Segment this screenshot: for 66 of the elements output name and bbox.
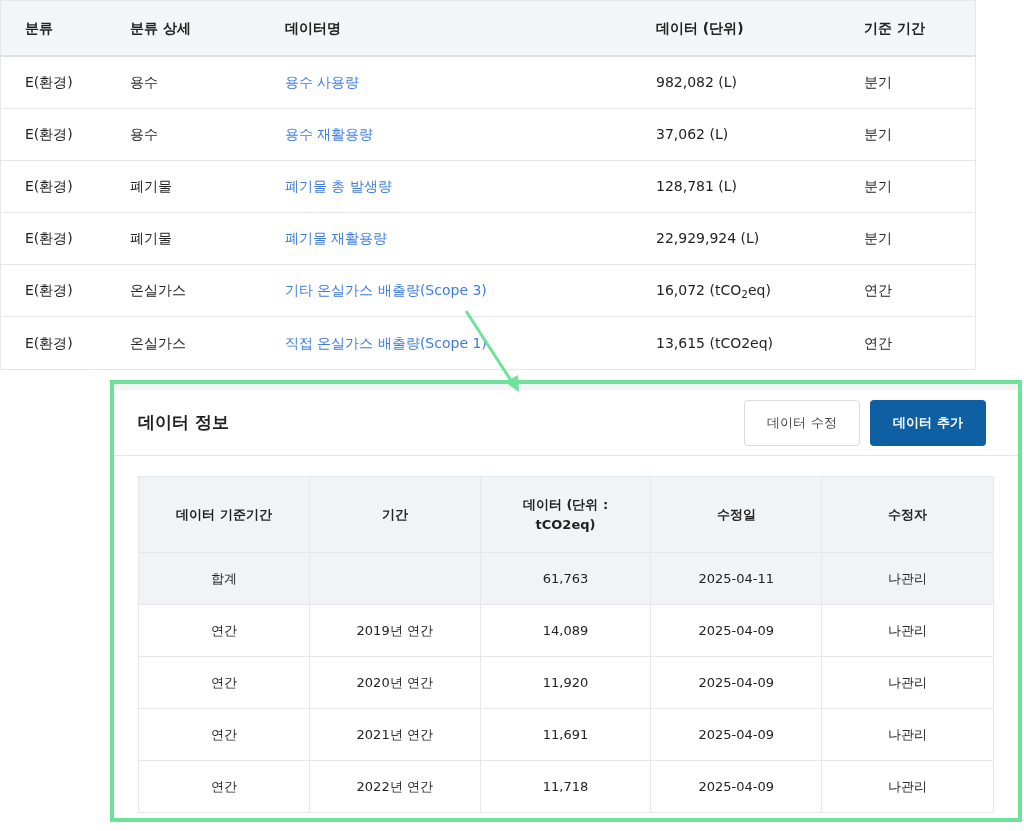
table-cell: 연간 (864, 282, 892, 298)
table-cell-text: 연간 (210, 725, 237, 744)
table-cell: 분기 (864, 126, 892, 142)
table-cell: 분기 (864, 230, 892, 246)
table-cell-text: 연간 (210, 673, 237, 692)
table-cell: E(환경) (25, 126, 73, 142)
table-cell: 13,615 (tCO2eq) (656, 334, 774, 351)
table-cell-text: 나관리 (888, 777, 928, 796)
table-cell-text: 2025-04-09 (698, 725, 775, 744)
column-header: 데이터 (단위 : tCO2eq) (521, 496, 610, 534)
table-cell-text: 2022년 연간 (356, 777, 433, 796)
table-cell-text: 11,691 (542, 725, 589, 744)
table-cell-text: 14,089 (542, 621, 589, 640)
table-cell-text: 61,763 (542, 569, 589, 588)
column-header: 데이터명 (285, 18, 342, 38)
data-name-link[interactable]: 용수 재활용량 (285, 126, 374, 142)
add-data-button[interactable]: 데이터 추가 (870, 399, 986, 446)
table-cell-text: 2019년 연간 (356, 621, 433, 640)
data-name-link[interactable]: 용수 사용량 (285, 74, 360, 90)
table-cell: E(환경) (25, 334, 73, 351)
column-header: 데이터 (단위) (656, 18, 745, 38)
data-name-link[interactable]: 기타 온실가스 배출량(Scope 3) (285, 282, 487, 298)
panel-title: 데이터 정보 (138, 410, 229, 434)
table-cell-text: 2020년 연간 (356, 673, 433, 692)
table-cell: 용수 (130, 74, 158, 90)
table-cell-text: 11,920 (542, 673, 589, 692)
table-cell: E(환경) (25, 178, 73, 194)
table-cell-text: 2021년 연간 (356, 725, 433, 744)
table-cell-text: 연간 (210, 777, 237, 796)
table-cell: 982,082 (L) (656, 74, 738, 90)
table-cell-text: 나관리 (888, 621, 928, 640)
table-cell-text: 11,718 (542, 777, 589, 796)
column-header: 분류 상세 (130, 18, 192, 38)
table-cell: 분기 (864, 74, 892, 90)
table-cell: 폐기물 (130, 178, 172, 194)
column-header: 기준 기간 (864, 18, 926, 38)
table-cell: 22,929,924 (L) (656, 230, 760, 246)
table-cell-text: 2025-04-09 (698, 673, 775, 692)
column-header: 데이터 기준기간 (176, 505, 272, 524)
table-cell: E(환경) (25, 74, 73, 90)
column-header: 수정일 (716, 505, 756, 524)
table-cell: 128,781 (L) (656, 178, 738, 194)
table-cell-text: 연간 (210, 621, 237, 640)
table-cell: 16,072 (tCO$_{2}$eq) (656, 282, 771, 298)
column-header: 수정자 (888, 505, 928, 524)
table-cell: 분기 (864, 178, 892, 194)
table-cell: 용수 (130, 126, 158, 142)
table-cell: E(환경) (25, 282, 73, 298)
table-cell: 폐기물 (130, 230, 172, 246)
table-cell-text: 2025-04-09 (698, 777, 775, 796)
table-cell-text: 나관리 (888, 673, 928, 692)
table-cell: E(환경) (25, 230, 73, 246)
table-cell: 온실가스 (130, 282, 186, 298)
table-cell: 37,062 (L) (656, 126, 729, 142)
table-cell: 온실가스 (130, 334, 186, 351)
data-name-link[interactable]: 폐기물 총 발생량 (285, 178, 392, 194)
table-cell-text: 2025-04-09 (698, 621, 775, 640)
table-cell-text: 합계 (210, 569, 237, 588)
table-cell: 연간 (864, 334, 892, 351)
edit-data-button[interactable]: 데이터 수정 (744, 399, 860, 446)
table-cell-text: 2025-04-11 (698, 569, 775, 588)
table-cell-text: 나관리 (888, 725, 928, 744)
column-header: 분류 (24, 18, 54, 38)
data-name-link[interactable]: 폐기물 재활용량 (285, 230, 388, 246)
column-header: 기간 (381, 505, 408, 524)
table-cell-text: 나관리 (888, 569, 928, 588)
